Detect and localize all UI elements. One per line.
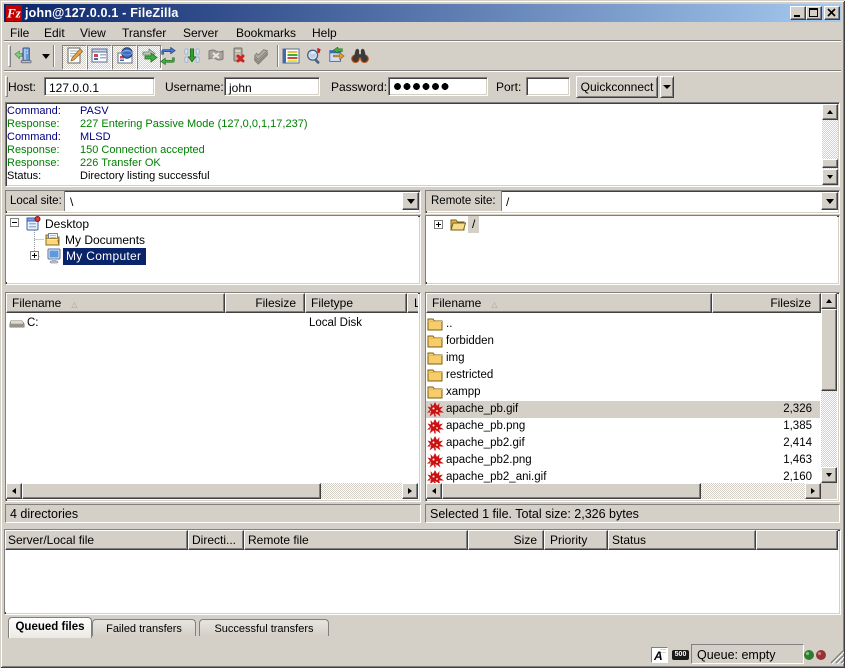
svg-text:Fz: Fz [6,6,22,21]
